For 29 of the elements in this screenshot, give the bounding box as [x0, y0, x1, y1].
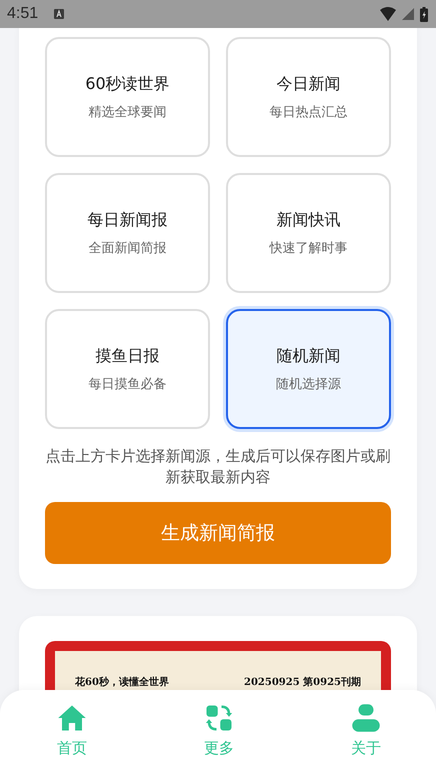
source-card[interactable]: 摸鱼日报 每日摸鱼必备 [45, 309, 210, 429]
source-subtitle: 快速了解时事 [270, 240, 348, 256]
swap-icon[interactable] [204, 703, 234, 733]
source-card[interactable]: 今日新闻 每日热点汇总 [226, 37, 391, 157]
user-icon[interactable] [351, 703, 381, 733]
source-title: 摸鱼日报 [96, 346, 160, 366]
status-time: 4:51 [7, 5, 38, 23]
preview-issue: 20250925 第0925刊期 [244, 676, 361, 689]
battery-icon [420, 6, 428, 22]
source-title: 今日新闻 [276, 74, 340, 94]
source-subtitle: 每日摸鱼必备 [88, 376, 166, 392]
source-title: 每日新闻报 [88, 210, 168, 230]
source-subtitle: 全面新闻简报 [88, 240, 166, 256]
hint-text: 点击上方卡片选择新闻源，生成后可以保存图片或刷新获取最新内容 [45, 446, 391, 488]
source-card[interactable]: 60秒读世界 精选全球要闻 [45, 37, 210, 157]
source-title: 随机新闻 [276, 346, 340, 366]
source-title: 新闻快讯 [276, 210, 340, 230]
signal-icon [402, 8, 414, 20]
keyboard-icon [54, 9, 64, 19]
source-subtitle: 每日热点汇总 [270, 104, 348, 120]
source-card[interactable]: 新闻快讯 快速了解时事 [226, 173, 391, 293]
source-card[interactable]: 每日新闻报 全面新闻简报 [45, 173, 210, 293]
preview-slogan: 花60秒，读懂全世界 [75, 676, 169, 689]
wifi-icon [380, 7, 396, 21]
home-icon[interactable] [57, 703, 87, 733]
source-subtitle: 随机选择源 [276, 376, 341, 392]
source-title: 60秒读世界 [85, 74, 170, 94]
source-subtitle: 精选全球要闻 [88, 104, 166, 120]
source-card[interactable]: 随机新闻 随机选择源 [226, 309, 391, 429]
